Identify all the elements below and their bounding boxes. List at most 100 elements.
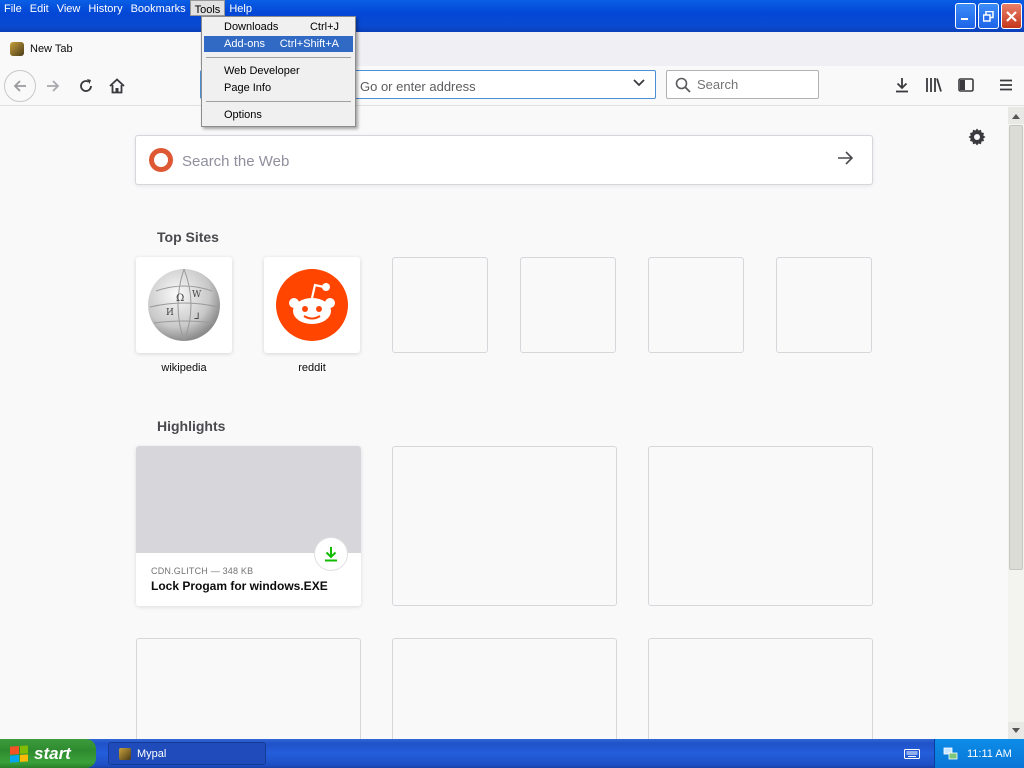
taskbar-app-mypal[interactable]: Mypal xyxy=(108,742,266,765)
mypal-icon xyxy=(10,42,24,56)
web-search-submit[interactable] xyxy=(836,149,854,173)
start-label: start xyxy=(34,743,71,763)
taskbar-app-label: Mypal xyxy=(137,747,167,760)
download-icon xyxy=(896,78,908,93)
restore-button[interactable] xyxy=(978,3,999,29)
url-placeholder: Go or enter address xyxy=(360,79,476,94)
home-icon xyxy=(109,78,125,94)
tools-menu-dropdown: Downloads Ctrl+J Add-ons Ctrl+Shift+A Web … xyxy=(201,16,356,127)
menu-bar: File Edit View History Bookmarks Tools H… xyxy=(0,0,256,17)
close-button[interactable] xyxy=(1001,3,1022,29)
home-button[interactable] xyxy=(101,70,133,102)
network-icon-svg xyxy=(943,747,958,759)
chevron-down-icon xyxy=(633,79,645,87)
highlight-card-empty xyxy=(392,638,617,748)
menu-separator xyxy=(206,101,351,102)
tab-title: New Tab xyxy=(30,43,73,55)
library-button[interactable] xyxy=(922,74,946,96)
back-arrow-icon xyxy=(13,80,26,92)
top-site-empty[interactable] xyxy=(520,257,616,353)
menu-tools[interactable]: Tools xyxy=(189,0,226,16)
highlight-title: Lock Progam for windows.EXE xyxy=(151,579,328,593)
sidebar-icon xyxy=(958,78,974,92)
caret-up-icon xyxy=(1012,113,1020,119)
close-icon xyxy=(1006,10,1017,22)
highlight-card-empty xyxy=(392,446,617,606)
sidebar-button[interactable] xyxy=(954,74,978,96)
menu-file[interactable]: File xyxy=(0,0,26,16)
reload-button[interactable] xyxy=(70,70,102,102)
top-site-label: wikipedia xyxy=(161,362,207,374)
system-tray: 11:11 AM xyxy=(934,739,1024,768)
menu-edit[interactable]: Edit xyxy=(26,0,53,16)
back-button[interactable] xyxy=(4,70,36,102)
svg-text:И: И xyxy=(166,308,174,318)
highlight-card-empty xyxy=(648,446,873,606)
gear-icon xyxy=(968,128,986,146)
highlights-title: Highlights xyxy=(157,418,226,434)
start-button[interactable]: start xyxy=(0,739,96,768)
keyboard-icon-svg xyxy=(904,749,920,759)
caret-down-icon xyxy=(1012,727,1020,733)
wikipedia-globe-icon: Ω W И ᒧ xyxy=(148,268,220,342)
tab-strip: New Tab xyxy=(0,32,1024,66)
menu-bookmarks[interactable]: Bookmarks xyxy=(127,0,190,16)
download-badge xyxy=(315,538,347,570)
web-search-placeholder: Search the Web xyxy=(182,153,290,170)
url-history-dropdown[interactable] xyxy=(632,76,646,93)
top-sites-title: Top Sites xyxy=(157,229,219,245)
taskbar: start Mypal 11:11 AM xyxy=(0,739,1024,768)
svg-text:Ω: Ω xyxy=(176,293,184,304)
search-placeholder: Search xyxy=(697,77,739,92)
svg-text:ᒧ: ᒧ xyxy=(194,312,200,322)
download-icon xyxy=(325,547,337,562)
highlight-card-empty xyxy=(136,638,361,748)
restore-icon xyxy=(983,10,994,22)
menu-separator xyxy=(206,57,351,58)
window-controls xyxy=(955,3,1022,29)
network-icon[interactable] xyxy=(943,747,959,761)
top-site-empty[interactable] xyxy=(392,257,488,353)
title-bar: File Edit View History Bookmarks Tools H… xyxy=(0,0,1024,32)
tab-new-tab[interactable]: New Tab xyxy=(0,32,200,66)
downloads-button[interactable] xyxy=(890,74,914,96)
menu-item-web-developer[interactable]: Web Developer xyxy=(204,63,353,79)
menu-item-options[interactable]: Options xyxy=(204,107,353,123)
svg-text:W: W xyxy=(192,290,202,300)
forward-button[interactable] xyxy=(37,70,69,102)
clock[interactable]: 11:11 AM xyxy=(967,748,1012,760)
menu-history[interactable]: History xyxy=(84,0,126,16)
reddit-icon xyxy=(276,269,348,341)
top-site-empty[interactable] xyxy=(648,257,744,353)
search-input[interactable]: Search xyxy=(666,70,819,99)
minimize-icon xyxy=(961,17,968,20)
highlight-meta: CDN.GLITCH — 348 KB xyxy=(151,566,254,576)
menu-item-page-info[interactable]: Page Info xyxy=(204,80,353,96)
top-site-wikipedia[interactable]: Ω W И ᒧ xyxy=(136,257,232,353)
menu-item-add-ons[interactable]: Add-ons Ctrl+Shift+A xyxy=(204,36,353,52)
scroll-down-button[interactable] xyxy=(1008,722,1024,739)
hamburger-menu-button[interactable] xyxy=(994,74,1018,96)
highlight-card-download[interactable]: CDN.GLITCH — 348 KB Lock Progam for wind… xyxy=(136,446,361,606)
duckduckgo-icon xyxy=(149,148,173,172)
hamburger-icon xyxy=(1000,79,1012,91)
vertical-scrollbar[interactable] xyxy=(1008,107,1024,739)
top-site-empty[interactable] xyxy=(776,257,872,353)
top-site-label: reddit xyxy=(298,362,326,374)
highlight-card-empty xyxy=(648,638,873,748)
scrollbar-thumb[interactable] xyxy=(1009,125,1023,570)
settings-button[interactable] xyxy=(966,126,988,148)
keyboard-icon[interactable] xyxy=(903,745,921,761)
mypal-icon xyxy=(119,747,131,760)
minimize-button[interactable] xyxy=(955,3,976,29)
highlight-thumbnail xyxy=(136,446,361,553)
arrow-right-icon xyxy=(838,151,854,165)
library-icon xyxy=(926,78,942,92)
scroll-up-button[interactable] xyxy=(1008,107,1024,124)
menu-help[interactable]: Help xyxy=(225,0,256,16)
top-site-reddit[interactable] xyxy=(264,257,360,353)
menu-view[interactable]: View xyxy=(53,0,85,16)
search-icon xyxy=(675,77,691,93)
windows-logo-icon xyxy=(10,744,28,763)
menu-item-downloads[interactable]: Downloads Ctrl+J xyxy=(204,19,353,35)
